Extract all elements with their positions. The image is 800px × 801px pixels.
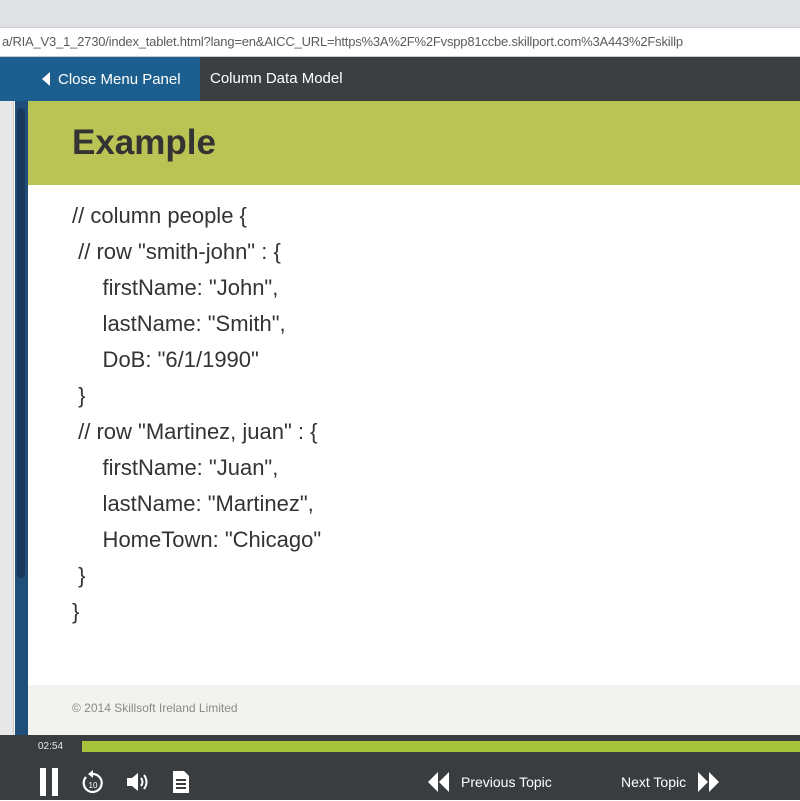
previous-topic-button[interactable]: Previous Topic bbox=[427, 766, 552, 798]
address-bar-url[interactable]: a/RIA_V3_1_2730/index_tablet.html?lang=e… bbox=[2, 34, 683, 49]
code-line: } bbox=[72, 599, 80, 624]
svg-text:10: 10 bbox=[89, 781, 98, 790]
slide-title: Example bbox=[72, 123, 216, 162]
transcript-icon[interactable] bbox=[171, 768, 191, 796]
menu-panel-edge bbox=[0, 57, 28, 101]
volume-icon[interactable] bbox=[125, 770, 151, 794]
code-line: DoB: "6/1/1990" bbox=[72, 347, 259, 372]
progress-bar-fill bbox=[82, 741, 800, 752]
code-line: firstName: "John", bbox=[72, 275, 279, 300]
code-line: // column people { bbox=[72, 203, 247, 228]
next-topic-label: Next Topic bbox=[621, 774, 687, 790]
elapsed-time: 02:54 bbox=[38, 741, 64, 752]
next-topic-button[interactable]: Next Topic bbox=[621, 766, 720, 798]
close-menu-panel-button[interactable]: Close Menu Panel bbox=[28, 57, 200, 101]
code-block: // column people { // row "smith-john" :… bbox=[72, 198, 321, 630]
arrow-left-icon bbox=[42, 72, 50, 86]
code-line: // row "Martinez, juan" : { bbox=[72, 419, 318, 444]
menu-panel-collapsed bbox=[0, 101, 14, 741]
fast-forward-icon bbox=[698, 772, 720, 792]
pause-icon[interactable] bbox=[38, 768, 60, 796]
menu-panel-scrollbar[interactable] bbox=[17, 108, 25, 578]
code-line: lastName: "Smith", bbox=[72, 311, 286, 336]
code-line: } bbox=[72, 563, 86, 588]
rewind-icon bbox=[428, 772, 449, 792]
previous-topic-label: Previous Topic bbox=[461, 774, 552, 790]
code-line: // row "smith-john" : { bbox=[72, 239, 281, 264]
course-title: Column Data Model bbox=[210, 70, 343, 87]
close-menu-panel-label: Close Menu Panel bbox=[58, 70, 181, 88]
code-line: firstName: "Juan", bbox=[72, 455, 279, 480]
code-line: lastName: "Martinez", bbox=[72, 491, 314, 516]
code-line: } bbox=[72, 383, 86, 408]
replay-10-icon[interactable]: 10 bbox=[80, 768, 106, 796]
code-line: HomeTown: "Chicago" bbox=[72, 527, 322, 552]
copyright-notice: © 2014 Skillsoft Ireland Limited bbox=[72, 701, 238, 715]
